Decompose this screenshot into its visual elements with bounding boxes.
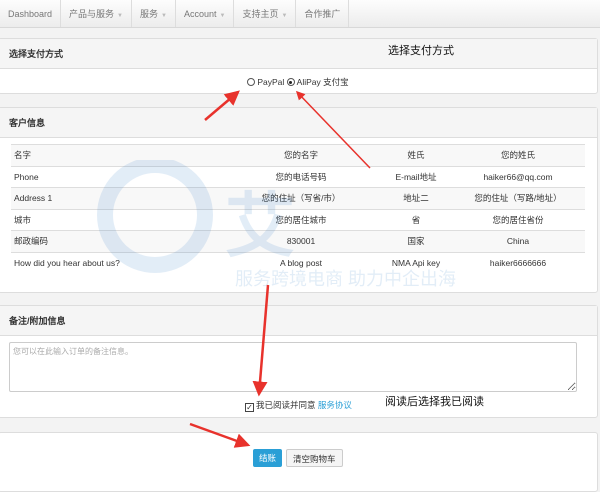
annotation-arrows [189, 90, 371, 448]
arrow-icon [252, 284, 270, 397]
arrow-icon [204, 90, 240, 121]
arrow-icon [189, 422, 251, 448]
arrow-icon [295, 90, 371, 169]
